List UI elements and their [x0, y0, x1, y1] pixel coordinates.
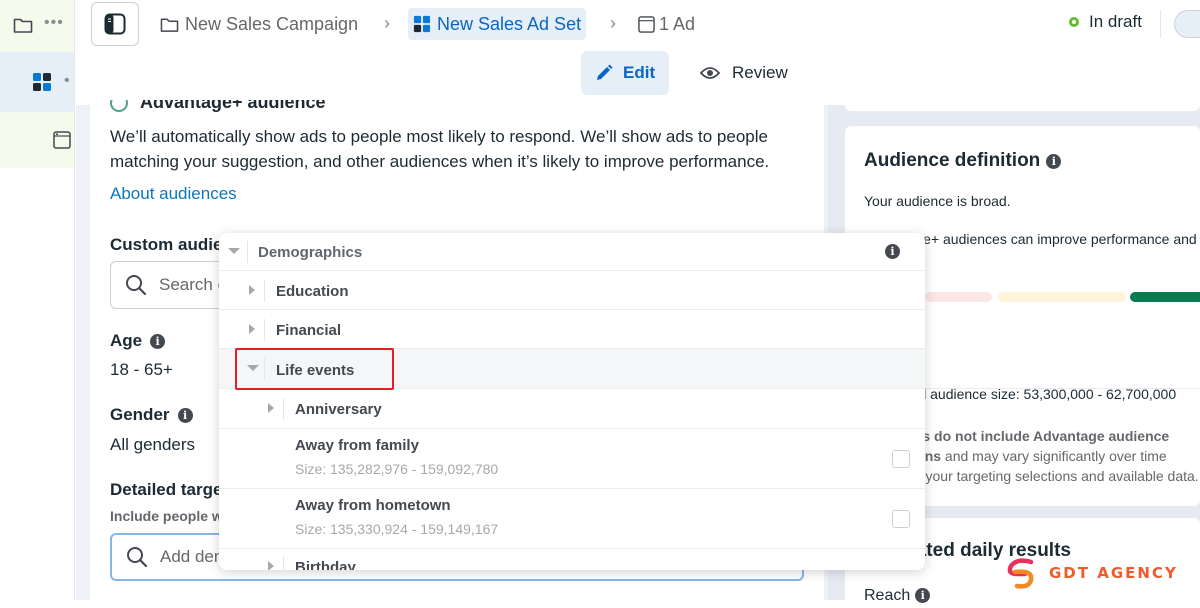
breadcrumb-ad[interactable]: 1 Ad — [638, 8, 695, 40]
item-label: Education — [276, 283, 349, 300]
divider — [283, 398, 284, 420]
dropdown-category-demographics[interactable]: Demographics i — [219, 233, 925, 271]
option-checkbox[interactable] — [892, 450, 910, 468]
age-label: Age i — [110, 331, 166, 351]
info-icon[interactable]: i — [150, 334, 166, 349]
right-card-top — [845, 95, 1200, 111]
expand-caret-icon[interactable] — [249, 285, 255, 295]
age-value[interactable]: 18 - 65+ — [110, 360, 173, 380]
item-label: Financial — [276, 322, 342, 339]
option-checkbox[interactable] — [892, 510, 910, 528]
audience-broad-text: Your audience is broad. — [864, 193, 1011, 209]
breadcrumb-campaign[interactable]: New Sales Campaign — [160, 8, 358, 40]
search-icon — [126, 546, 148, 568]
dropdown-option-away-from-hometown[interactable]: Away from hometown Size: 135,330,924 - 1… — [219, 489, 925, 549]
collapse-caret-icon[interactable] — [228, 248, 240, 254]
more-options-icon[interactable]: ••• — [44, 14, 64, 32]
option-label: Away from hometown — [295, 497, 451, 514]
breadcrumb-ad-label: 1 Ad — [659, 13, 696, 34]
info-icon[interactable]: i — [915, 588, 931, 603]
chevron-right-icon: › — [610, 13, 616, 33]
reach-label: Reach i — [864, 586, 931, 606]
gdt-logo-icon — [1005, 556, 1039, 590]
status-dot-icon — [1069, 17, 1079, 27]
sidebar-toggle-button[interactable] — [91, 2, 139, 46]
divider — [264, 319, 265, 341]
search-icon — [125, 274, 147, 296]
divider — [1160, 10, 1161, 38]
option-size: Size: 135,282,976 - 159,092,780 — [295, 461, 499, 477]
gender-value[interactable]: All genders — [110, 435, 195, 455]
left-rail: ••• • — [0, 0, 75, 600]
dropdown-option-away-from-family[interactable]: Away from family Size: 135,282,976 - 159… — [219, 429, 925, 489]
ad-set-grid-icon — [32, 72, 52, 92]
top-header: New Sales Campaign › New Sales Ad Set › … — [76, 0, 1200, 105]
ad-window-icon — [638, 15, 655, 33]
audience-definition-title-text: Audience definition — [864, 150, 1041, 171]
breadcrumb-campaign-label: New Sales Campaign — [185, 13, 359, 34]
status-label: In draft — [1089, 12, 1142, 31]
item-label: Birthday — [295, 559, 356, 570]
ad-window-icon — [53, 131, 71, 149]
divider — [247, 241, 248, 263]
category-label: Demographics — [258, 244, 363, 261]
dropdown-subitem-anniversary[interactable]: Anniversary — [219, 389, 925, 429]
option-label: Away from family — [295, 437, 419, 454]
folder-icon — [160, 16, 179, 33]
expand-caret-icon[interactable] — [249, 324, 255, 334]
audience-definition-title: Audience definition i — [864, 150, 1062, 172]
rail-item-campaign[interactable]: ••• — [0, 0, 74, 52]
life-events-highlight-box — [235, 348, 394, 390]
rail-item-ad[interactable] — [0, 112, 74, 168]
item-label: Anniversary — [295, 401, 382, 418]
divider — [264, 280, 265, 302]
option-size: Size: 135,330,924 - 159,149,167 — [295, 521, 499, 537]
publish-toggle[interactable] — [1174, 10, 1200, 38]
about-audiences-link[interactable]: About audiences — [110, 184, 237, 204]
breadcrumb-ad-set[interactable]: New Sales Ad Set — [408, 8, 587, 40]
expand-caret-icon[interactable] — [268, 403, 274, 413]
tab-edit-label: Edit — [623, 63, 656, 82]
info-icon[interactable]: i — [177, 408, 193, 423]
dropdown-item-education[interactable]: Education — [219, 271, 925, 310]
breadcrumb-ad-set-label: New Sales Ad Set — [437, 13, 582, 34]
audience-meter-specific — [998, 292, 1126, 302]
dropdown-item-financial[interactable]: Financial — [219, 310, 925, 349]
age-label-text: Age — [110, 331, 143, 350]
watermark-text: GDT AGENCY — [1049, 564, 1178, 582]
status-badge: In draft — [1069, 12, 1142, 32]
gender-label-text: Gender — [110, 405, 170, 424]
tab-review[interactable]: Review — [686, 51, 802, 95]
more-options-icon[interactable]: • — [64, 72, 71, 90]
pencil-icon — [595, 64, 613, 82]
tab-edit[interactable]: Edit — [581, 51, 670, 95]
info-icon[interactable]: i — [1046, 154, 1062, 169]
advantage-audience-description: We’ll automatically show ads to people m… — [110, 127, 770, 171]
eye-icon — [700, 66, 720, 80]
detailed-targeting-dropdown: Demographics i Education Financial Life … — [219, 233, 925, 570]
folder-icon — [13, 16, 33, 34]
audience-meter-narrow — [925, 292, 992, 302]
ad-set-grid-icon — [413, 15, 431, 33]
reach-label-text: Reach — [864, 587, 911, 604]
chevron-right-icon: › — [384, 13, 390, 33]
divider — [283, 556, 284, 570]
gender-label: Gender i — [110, 405, 193, 425]
tab-review-label: Review — [732, 63, 788, 82]
watermark: GDT AGENCY — [1005, 556, 1178, 590]
rail-item-ad-set[interactable]: • — [0, 52, 74, 112]
info-icon[interactable]: i — [885, 244, 900, 259]
dropdown-subitem-birthday[interactable]: Birthday — [219, 549, 925, 570]
expand-caret-icon[interactable] — [268, 561, 274, 570]
sidebar-panel-icon — [104, 13, 126, 35]
audience-meter-broad — [1130, 292, 1200, 302]
